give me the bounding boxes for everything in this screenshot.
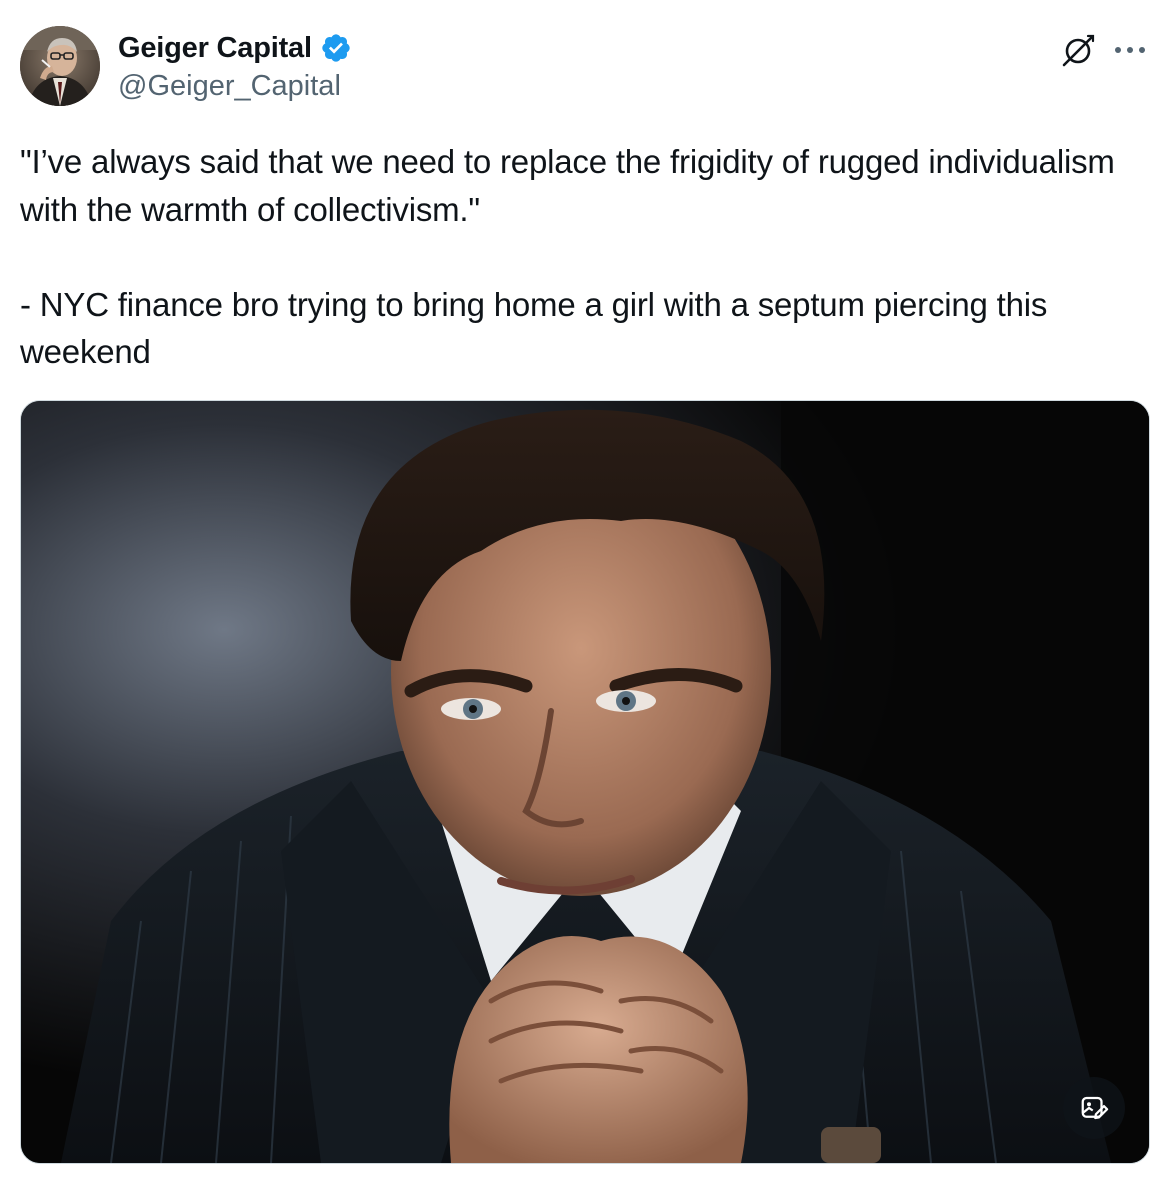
- author-avatar[interactable]: [20, 26, 100, 106]
- tweet-card: Geiger Capital @Geiger_Capital "I’ve alw…: [0, 0, 1168, 1184]
- more-options-icon: [1115, 47, 1145, 53]
- author-name-row: Geiger Capital: [118, 30, 352, 66]
- alt-text-button[interactable]: [1063, 1077, 1125, 1139]
- tweet-photo[interactable]: [20, 400, 1150, 1164]
- tweet-text: "I’ve always said that we need to replac…: [20, 143, 1115, 370]
- more-options-button[interactable]: [1110, 32, 1150, 68]
- avatar-photo: [20, 26, 100, 106]
- verified-badge-icon[interactable]: [320, 32, 352, 64]
- photo-man-in-suit: [21, 401, 1149, 1163]
- grok-button[interactable]: [1058, 30, 1098, 70]
- author-display-name[interactable]: Geiger Capital: [118, 32, 312, 65]
- author-handle[interactable]: @Geiger_Capital: [118, 70, 341, 103]
- image-edit-icon: [1081, 1096, 1109, 1120]
- grok-icon: [1062, 34, 1095, 67]
